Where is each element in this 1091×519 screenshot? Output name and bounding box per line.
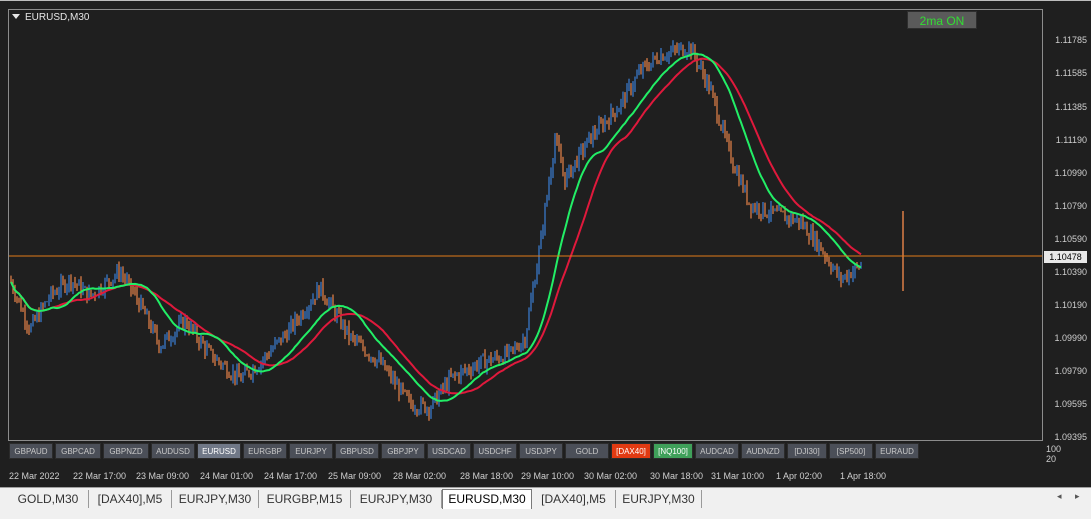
pair-button-usdcad[interactable]: USDCAD: [427, 443, 471, 459]
price-axis-label: 1.09395: [1054, 432, 1087, 442]
time-axis-label: 25 Mar 09:00: [328, 471, 382, 481]
price-axis-label: 1.10790: [1054, 201, 1087, 211]
price-axis-label: 1.11585: [1055, 68, 1087, 78]
price-axis-label: 1.10190: [1054, 300, 1087, 310]
sub-axis: 100 20: [1046, 444, 1061, 464]
pair-button-audnzd[interactable]: AUDNZD: [741, 443, 785, 459]
time-axis-label: 31 Mar 10:00: [711, 471, 765, 481]
time-axis-label: 28 Mar 18:00: [460, 471, 514, 481]
pair-button-dax40[interactable]: [DAX40]: [611, 443, 651, 459]
chart-tab[interactable]: EURGBP,M15: [259, 490, 351, 508]
price-chart[interactable]: [0, 1, 1091, 488]
candles: [10, 40, 904, 421]
chart-tab[interactable]: EURJPY,M30: [172, 490, 259, 508]
ma-fast-line: [10, 52, 862, 402]
time-axis-label: 22 Mar 17:00: [73, 471, 127, 481]
time-axis-label: 23 Mar 09:00: [136, 471, 190, 481]
pair-button-audcad[interactable]: AUDCAD: [695, 443, 739, 459]
time-axis-label: 28 Mar 02:00: [393, 471, 447, 481]
time-axis-label: 1 Apr 18:00: [840, 471, 887, 481]
pair-button-usdchf[interactable]: USDCHF: [473, 443, 517, 459]
chart-tab[interactable]: EURUSD,M30: [442, 489, 532, 509]
dropdown-triangle-icon[interactable]: [12, 14, 20, 19]
time-axis-label: 1 Apr 02:00: [776, 471, 823, 481]
pair-button-sp500[interactable]: [SP500]: [829, 443, 873, 459]
time-axis-label: 30 Mar 18:00: [650, 471, 704, 481]
price-axis-label: 1.11385: [1055, 102, 1087, 112]
chart-tab[interactable]: EURJPY,M30: [351, 490, 442, 508]
ma-slow-line: [10, 57, 862, 395]
price-axis-label: 1.09790: [1054, 366, 1087, 376]
pair-button-eurjpy[interactable]: EURJPY: [289, 443, 333, 459]
symbol-button-bar: GBPAUD GBPCAD GBPNZD AUDUSD EURUSD EURGBP EURJ…: [9, 443, 1042, 461]
chart-tab[interactable]: [DAX40],M5: [532, 490, 616, 508]
time-axis-label: 24 Mar 17:00: [264, 471, 318, 481]
pair-button-audusd[interactable]: AUDUSD: [151, 443, 195, 459]
pair-button-dji30[interactable]: [DJI30]: [787, 443, 827, 459]
symbol-title: EURUSD,M30: [12, 12, 89, 23]
price-axis-label: 1.09595: [1054, 399, 1087, 409]
chart-window[interactable]: EURUSD,M30 2ma ON 1.11785 1.11585 1.11385 1…: [0, 0, 1091, 487]
tab-scroll-left-icon[interactable]: ◂: [1057, 492, 1062, 502]
price-axis-label: 1.10590: [1054, 234, 1087, 244]
time-axis-label: 22 Mar 2022: [9, 471, 60, 481]
pair-button-eurgbp[interactable]: EURGBP: [243, 443, 287, 459]
pair-button-eurusd[interactable]: EURUSD: [197, 443, 241, 459]
time-axis-label: 29 Mar 10:00: [521, 471, 575, 481]
pair-button-gold[interactable]: GOLD: [565, 443, 609, 459]
pair-button-gbpusd[interactable]: GBPUSD: [335, 443, 379, 459]
ma-toggle-button[interactable]: 2ma ON: [907, 11, 977, 29]
pair-button-nq100[interactable]: [NQ100]: [653, 443, 693, 459]
sub-axis-label: 100: [1046, 444, 1062, 454]
price-axis-label: 1.11785: [1055, 35, 1087, 45]
sub-axis-label: 20: [1046, 454, 1057, 464]
price-axis-label: 1.09990: [1054, 333, 1087, 343]
pair-button-usdjpy[interactable]: USDJPY: [519, 443, 563, 459]
price-axis-label: 1.10990: [1054, 168, 1087, 178]
pair-button-gbpcad[interactable]: GBPCAD: [55, 443, 101, 459]
pair-button-gbpaud[interactable]: GBPAUD: [9, 443, 53, 459]
chart-tab[interactable]: [DAX40],M5: [89, 490, 172, 508]
time-axis-label: 30 Mar 02:00: [584, 471, 638, 481]
time-axis-label: 24 Mar 01:00: [200, 471, 254, 481]
pair-button-euraud[interactable]: EURAUD: [875, 443, 919, 459]
tab-scroll-right-icon[interactable]: ▸: [1075, 492, 1080, 502]
chart-tab[interactable]: EURJPY,M30: [616, 490, 702, 508]
pair-button-gbpjpy[interactable]: GBPJPY: [381, 443, 425, 459]
chart-tab-bar: ◂ ▸ GOLD,M30 [DAX40],M5 EURJPY,M30 EURGBP,M…: [0, 487, 1091, 519]
chart-tab[interactable]: GOLD,M30: [8, 490, 89, 508]
current-price-label: 1.10478: [1044, 251, 1087, 263]
price-axis-label: 1.10390: [1054, 267, 1087, 277]
pair-button-gbpnzd[interactable]: GBPNZD: [103, 443, 149, 459]
price-axis-label: 1.11190: [1055, 135, 1087, 145]
